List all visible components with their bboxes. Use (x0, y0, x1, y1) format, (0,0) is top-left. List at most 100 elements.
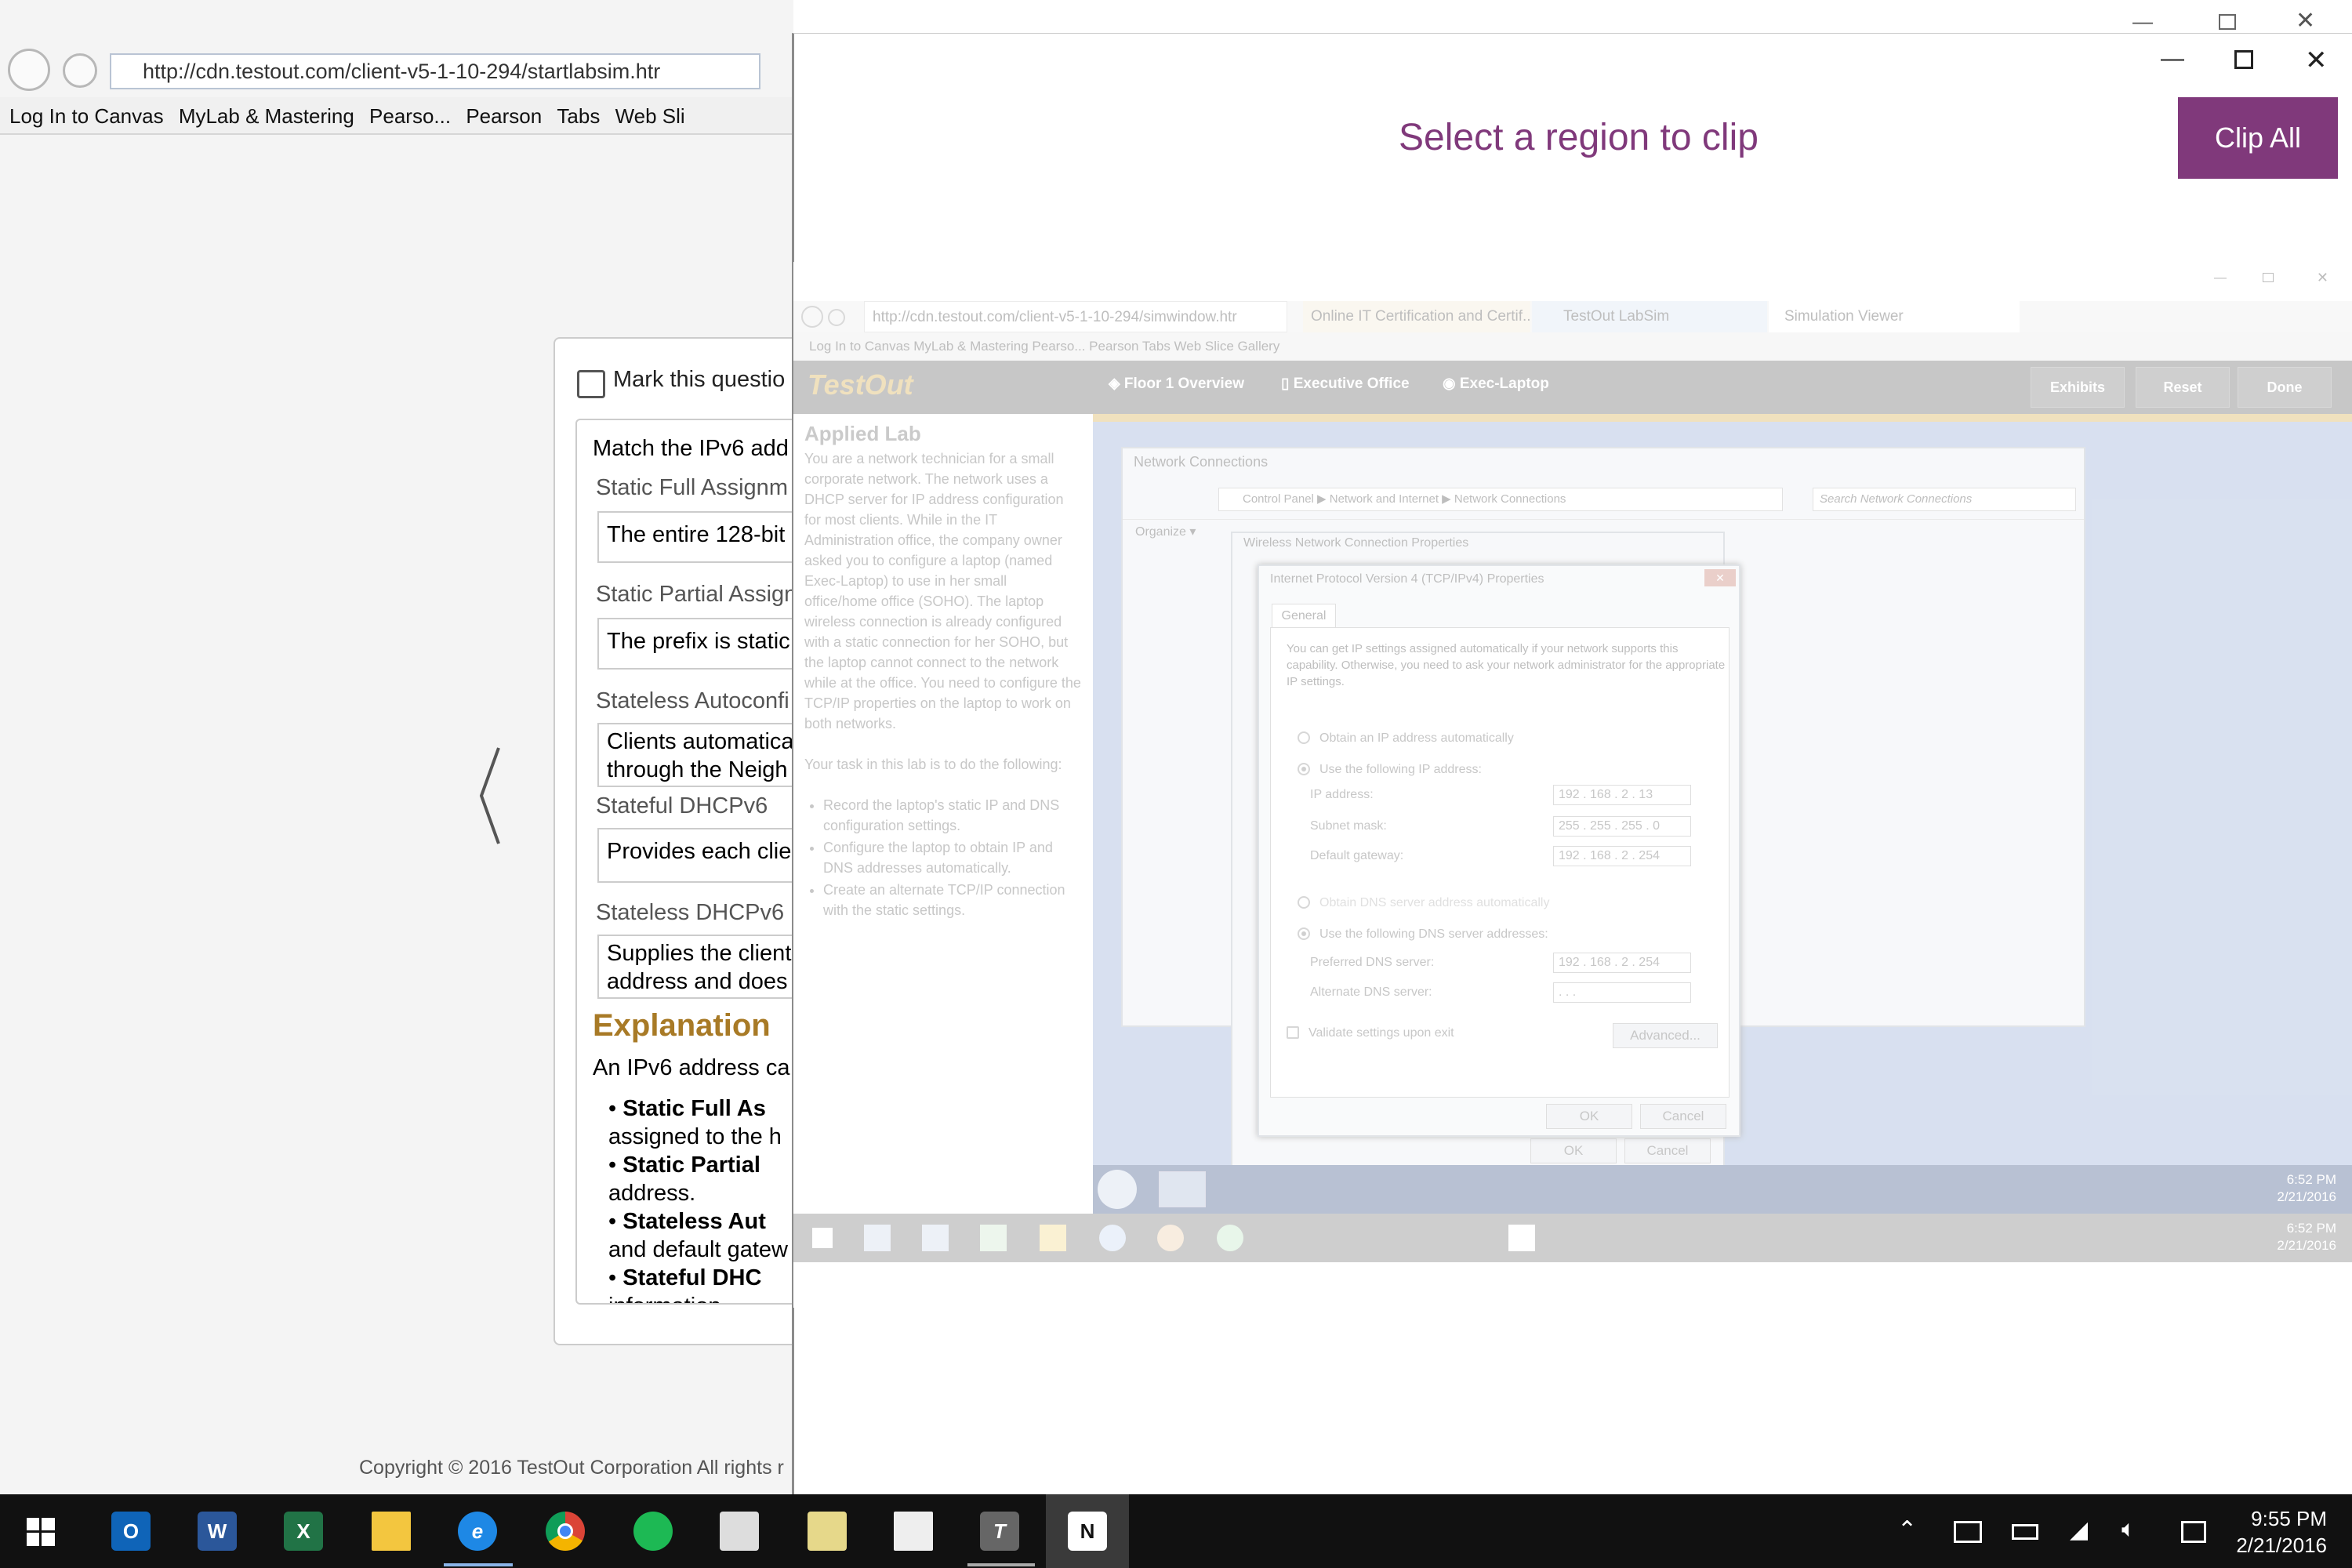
match-answer-text: address and does (607, 969, 788, 994)
clip-all-button[interactable]: Clip All (2178, 97, 2338, 179)
bullet-text: assigned to the h (608, 1124, 782, 1149)
general-tab-panel: You can get IP settings assigned automat… (1270, 627, 1730, 1098)
match-answer-text: Supplies the client (607, 941, 792, 966)
match-answer-box[interactable]: The entire 128-bit (597, 511, 809, 563)
favorite-link[interactable]: Pearso... (369, 97, 451, 133)
battery-icon[interactable] (2012, 1524, 2038, 1540)
option-static-dns: Use the following DNS server addresses: (1319, 927, 1548, 941)
shot-back-icon (801, 306, 823, 328)
mark-question-label: Mark this questio (613, 367, 786, 392)
outer-close-icon[interactable]: ✕ (2296, 9, 2315, 33)
cancel-button: Cancel (1624, 1138, 1711, 1163)
internet-explorer-icon[interactable]: e (458, 1512, 497, 1551)
bullet-text: address. (608, 1181, 696, 1206)
lab-description: You are a network technician for a small… (804, 451, 1081, 731)
exhibits-button: Exhibits (2031, 367, 2125, 408)
organize-menu: Organize ▾ (1135, 525, 1196, 539)
shot-start-icon (812, 1228, 833, 1248)
favorite-link[interactable]: Tabs (557, 97, 600, 133)
maximize-icon[interactable] (2234, 50, 2253, 69)
word-icon[interactable]: W (198, 1512, 237, 1551)
match-answer-text: through the Neigh (607, 757, 788, 782)
copyright-text: Copyright © 2016 TestOut Corporation All… (359, 1457, 784, 1479)
match-answer-box[interactable]: The prefix is static (597, 618, 809, 670)
scanner-app-icon[interactable] (720, 1512, 759, 1551)
back-button[interactable] (8, 49, 50, 91)
favorite-link[interactable]: MyLab & Mastering (179, 97, 354, 133)
bullet-text: information (608, 1292, 788, 1303)
win7-clock: 6:52 PM 2/21/2016 (2277, 1171, 2336, 1206)
explanation-heading: Explanation (593, 1008, 771, 1043)
outer-minimize-icon[interactable]: — (2132, 11, 2153, 31)
ok-button: OK (1546, 1104, 1632, 1129)
spotify-icon[interactable] (633, 1512, 673, 1551)
shot-chrome-icon (1157, 1225, 1184, 1251)
address-bar[interactable]: http://cdn.testout.com/client-v5-1-10-29… (110, 53, 760, 89)
previous-arrow-icon[interactable] (474, 745, 505, 847)
bullet-title: Stateless Aut (622, 1209, 766, 1234)
win7-start-icon (1098, 1170, 1137, 1209)
favorite-link[interactable]: Pearson (466, 97, 542, 133)
subnet-mask-field: 255 . 255 . 255 . 0 (1553, 816, 1691, 837)
display-icon[interactable] (1954, 1521, 1982, 1543)
windows-taskbar: O W X e T N ⌃ ◢ 🔈︎ 9:55 PM 2/21/2016 (0, 1494, 2352, 1568)
question-text: Match the IPv6 add (593, 436, 789, 461)
nav-floor-overview: ◈ Floor 1 Overview (1109, 376, 1245, 392)
favorite-link[interactable]: Log In to Canvas (9, 97, 164, 133)
file-explorer-icon[interactable] (372, 1512, 411, 1551)
match-answer-box[interactable]: Clients automatica through the Neigh (597, 723, 809, 787)
testout-icon[interactable]: T (980, 1512, 1019, 1551)
bullet-text: and default gatew (608, 1237, 788, 1262)
question-content: Match the IPv6 add Static Full Assignm T… (575, 419, 811, 1305)
onenote-icon[interactable]: N (1068, 1512, 1107, 1551)
win7-date: 2/21/2016 (2277, 1189, 2336, 1204)
taskbar-clock[interactable]: 9:55 PM 2/21/2016 (2236, 1505, 2327, 1559)
calculator-icon[interactable] (894, 1512, 933, 1551)
dialog-title: Internet Protocol Version 4 (TCP/IPv4) P… (1270, 572, 1544, 586)
favorite-link[interactable]: Web Sli (615, 97, 685, 133)
forward-button[interactable] (63, 53, 97, 88)
nav-label: Executive Office (1293, 376, 1410, 392)
excel-icon[interactable]: X (284, 1512, 323, 1551)
clip-instruction: Select a region to clip (1399, 117, 1759, 158)
outlook-icon[interactable]: O (111, 1512, 151, 1551)
match-answer-text: Provides each clier (607, 839, 799, 864)
advanced-button: Advanced... (1613, 1023, 1718, 1048)
shot-clock: 6:52 PM 2/21/2016 (2277, 1220, 2336, 1254)
shot-explorer-icon (1040, 1225, 1066, 1251)
bullet-title: Stateful DHC (622, 1265, 762, 1290)
match-item-label: Stateless DHCPv6 (596, 900, 785, 925)
notifications-icon[interactable] (2181, 1521, 2206, 1543)
shot-forward-icon (828, 309, 845, 326)
chrome-icon[interactable] (546, 1512, 585, 1551)
network-taskbar-icon (1159, 1171, 1206, 1207)
outer-restore-icon[interactable] (2219, 14, 2236, 30)
shot-excel-icon (980, 1225, 1007, 1251)
lab-task-item: Configure the laptop to obtain IP and DN… (823, 837, 1082, 878)
lab-title: Applied Lab (804, 422, 921, 445)
simulated-desktop: Network Connections Control Panel ▶ Netw… (1093, 422, 2352, 1214)
nav-executive-office: ▯ Executive Office (1281, 376, 1410, 392)
ipv4-properties-dialog: Internet Protocol Version 4 (TCP/IPv4) P… (1258, 564, 1740, 1137)
clip-preview-screenshot[interactable]: — ✕ http://cdn.testout.com/client-v5-1-1… (793, 262, 2352, 1308)
start-icon[interactable] (27, 1518, 55, 1546)
volume-icon[interactable]: 🔈︎ (2122, 1516, 2151, 1546)
chevron-up-icon[interactable]: ⌃ (1897, 1516, 1927, 1546)
nav-label: Floor 1 Overview (1123, 376, 1245, 392)
match-answer-box[interactable]: Supplies the client address and does (597, 935, 809, 999)
wifi-icon[interactable]: ◢ (2070, 1516, 2100, 1546)
bullet-title: Static Full As (622, 1096, 766, 1121)
shot-date: 2/21/2016 (2277, 1238, 2336, 1253)
shot-favorites-text: Log In to Canvas MyLab & Mastering Pears… (809, 339, 1280, 354)
money-app-icon[interactable] (808, 1512, 847, 1551)
match-answer-text: The entire 128-bit (607, 522, 786, 547)
mark-question-checkbox[interactable] (577, 370, 605, 398)
minimize-icon[interactable]: — (2161, 47, 2184, 71)
shot-tab: TestOut LabSim (1532, 301, 1767, 332)
close-icon[interactable]: ✕ (2305, 47, 2328, 74)
match-item-label: Stateless Autoconfi (596, 688, 789, 713)
nav-label: Exec-Laptop (1459, 376, 1549, 392)
match-answer-text: Clients automatica (607, 729, 794, 754)
match-answer-box[interactable]: Provides each clier (597, 828, 809, 883)
bullet-title: Static Partial (622, 1152, 760, 1178)
